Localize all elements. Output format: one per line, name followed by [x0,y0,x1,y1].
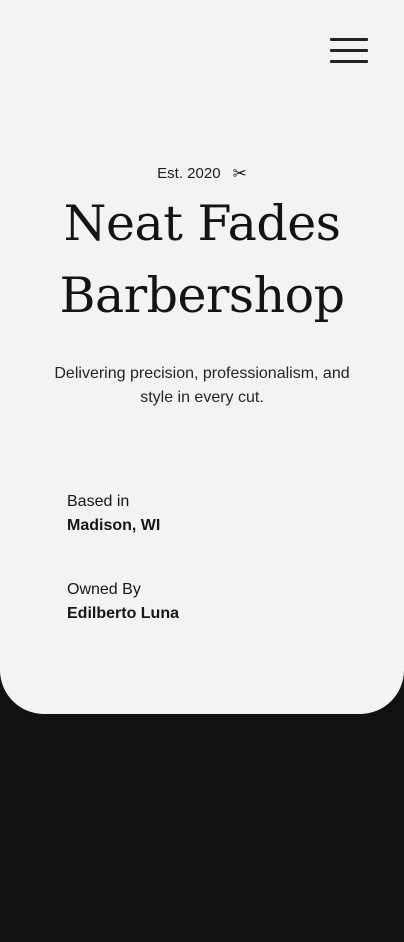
tagline: Delivering precision, professionalism, a… [54,365,350,406]
owner-value: Edilberto Luna [67,605,179,622]
title-line-1: Neat Fades [63,195,341,252]
page-title: Neat Fades Barbershop [0,188,404,332]
owner-block: Owned By Edilberto Luna [67,578,179,626]
dark-section [0,714,404,942]
scissors-icon: ✂ [232,164,247,184]
location-block: Based in Madison, WI [67,490,160,538]
hamburger-menu-icon[interactable] [330,37,368,65]
established-text: Est. 2020 [157,165,221,182]
location-label: Based in [67,493,130,510]
owner-label: Owned By [67,581,141,598]
established-row: Est. 2020 ✂ [0,164,404,184]
hero-card: Est. 2020 ✂ Neat Fades Barbershop Deliver… [0,0,404,714]
location-value: Madison, WI [67,517,161,534]
title-line-2: Barbershop [59,267,345,324]
